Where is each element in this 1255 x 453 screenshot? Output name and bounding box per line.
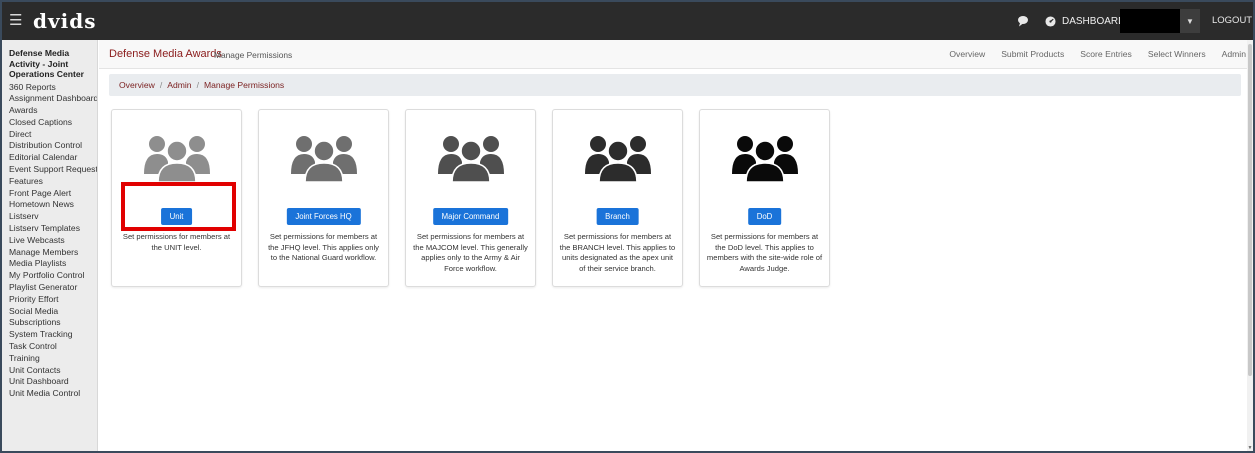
sidebar-item[interactable]: Listserv Templates — [9, 223, 97, 235]
permission-card-dod: DoD Set permissions for members at the D… — [699, 109, 830, 287]
nav-overview[interactable]: Overview — [949, 49, 985, 59]
top-nav-links: Overview Submit Products Score Entries S… — [949, 49, 1246, 59]
nav-select-winners[interactable]: Select Winners — [1148, 49, 1206, 59]
users-icon — [585, 136, 651, 182]
sidebar-item[interactable]: My Portfolio Control — [9, 270, 97, 282]
users-icon — [144, 136, 210, 182]
dashboard-label: DASHBOARD — [1062, 15, 1126, 27]
logout-button[interactable]: LOGOUT — [1212, 9, 1252, 33]
app-brand-title[interactable]: Defense Media Awards — [109, 48, 222, 60]
sidebar-item[interactable]: Hometown News — [9, 199, 97, 211]
permission-card-majcom: Major Command Set permissions for member… — [405, 109, 536, 287]
breadcrumb-separator: / — [159, 80, 163, 90]
sidebar-item[interactable]: Awards — [9, 105, 97, 117]
sidebar-item[interactable]: Distribution Control — [9, 140, 97, 152]
dod-button[interactable]: DoD — [747, 208, 782, 225]
page-header: Defense Media Awards Manage Permissions … — [99, 40, 1253, 69]
breadcrumb-current: Manage Permissions — [203, 80, 285, 90]
sidebar-item[interactable]: Social Media — [9, 306, 97, 318]
permission-card-branch: Branch Set permissions for members at th… — [552, 109, 683, 287]
sidebar-item[interactable]: Live Webcasts — [9, 235, 97, 247]
hamburger-menu-icon[interactable]: ☰ — [9, 13, 22, 28]
page-scrollbar[interactable]: ▼ — [1247, 40, 1253, 451]
user-dropdown-caret-icon[interactable]: ▼ — [1180, 9, 1200, 33]
sidebar-item[interactable]: 360 Reports — [9, 82, 97, 94]
major-command-button[interactable]: Major Command — [432, 208, 509, 225]
sidebar-item[interactable]: Editorial Calendar — [9, 152, 97, 164]
sidebar: Defense Media Activity - Joint Operation… — [2, 40, 98, 451]
permission-card-jfhq: Joint Forces HQ Set permissions for memb… — [258, 109, 389, 287]
sidebar-item[interactable]: System Tracking — [9, 329, 97, 341]
sidebar-item[interactable]: Front Page Alert — [9, 188, 97, 200]
joint-forces-hq-button[interactable]: Joint Forces HQ — [286, 208, 361, 225]
branch-button[interactable]: Branch — [596, 208, 639, 225]
breadcrumb-admin[interactable]: Admin — [167, 80, 191, 90]
card-description: Set permissions for members at the BRANC… — [559, 232, 676, 273]
sidebar-item[interactable]: Subscriptions — [9, 317, 97, 329]
sidebar-item[interactable]: Playlist Generator — [9, 282, 97, 294]
sidebar-item[interactable]: Assignment Dashboard — [9, 93, 97, 105]
sidebar-item[interactable]: Listserv — [9, 211, 97, 223]
users-icon — [732, 136, 798, 182]
users-icon — [291, 136, 357, 182]
sidebar-item[interactable]: Closed Captions — [9, 117, 97, 129]
sidebar-item[interactable]: Unit Media Control — [9, 388, 97, 400]
user-account-redacted[interactable] — [1120, 9, 1180, 33]
chat-bubble-icon[interactable] — [1016, 14, 1030, 28]
sidebar-item[interactable]: Media Playlists — [9, 258, 97, 270]
breadcrumb-separator: / — [196, 80, 199, 90]
page-subtitle: Manage Permissions — [214, 50, 293, 60]
card-description: Set permissions for members at the UNIT … — [122, 232, 231, 252]
nav-admin[interactable]: Admin — [1222, 49, 1246, 59]
nav-submit-products[interactable]: Submit Products — [1001, 49, 1064, 59]
sidebar-item[interactable]: Unit Contacts — [9, 365, 97, 377]
breadcrumb: Overview / Admin / Manage Permissions — [109, 74, 1241, 96]
sidebar-item[interactable]: Manage Members — [9, 247, 97, 259]
scroll-down-arrow-icon[interactable]: ▼ — [1247, 445, 1253, 451]
card-description: Set permissions for members at the MAJCO… — [413, 232, 528, 273]
sidebar-item[interactable]: Event Support Request — [9, 164, 97, 176]
app-window: ☰ dvids DASHBOARD ▼ LOGOUT Defense Media… — [0, 0, 1255, 453]
sidebar-item[interactable]: Task Control — [9, 341, 97, 353]
top-navbar: ☰ dvids DASHBOARD ▼ LOGOUT — [2, 2, 1253, 40]
nav-score-entries[interactable]: Score Entries — [1080, 49, 1132, 59]
card-description: Set permissions for members at the JFHQ … — [268, 232, 379, 263]
sidebar-item[interactable]: Features — [9, 176, 97, 188]
dvids-logo[interactable]: dvids — [33, 7, 96, 35]
dashboard-button[interactable]: DASHBOARD — [1045, 9, 1125, 33]
annotation-highlight-box — [121, 182, 236, 231]
scrollbar-thumb[interactable] — [1248, 44, 1252, 376]
dashboard-gauge-icon — [1045, 15, 1056, 27]
users-icon — [438, 136, 504, 182]
sidebar-item[interactable]: Training — [9, 353, 97, 365]
logo-text: dvids — [33, 9, 97, 33]
breadcrumb-overview[interactable]: Overview — [119, 80, 155, 90]
card-description: Set permissions for members at the DoD l… — [706, 232, 823, 273]
sidebar-org-name[interactable]: Defense Media Activity - Joint Operation… — [9, 48, 97, 80]
sidebar-item[interactable]: Unit Dashboard — [9, 376, 97, 388]
sidebar-item[interactable]: Priority Effort — [9, 294, 97, 306]
sidebar-item[interactable]: Direct — [9, 129, 97, 141]
